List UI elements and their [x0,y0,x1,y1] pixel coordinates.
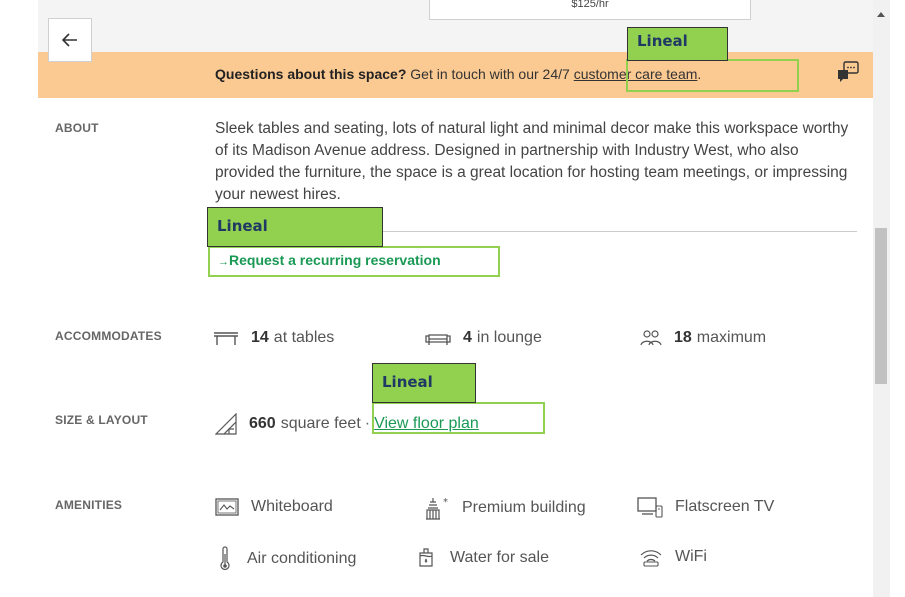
about-label: ABOUT [55,121,99,135]
amenity-wifi: WiFi [639,547,707,567]
back-button[interactable] [48,18,92,62]
scroll-up-arrow-icon[interactable] [877,12,885,17]
maximum-count: 18 [674,329,692,346]
price-text: $125/hr [571,0,609,10]
chat-bubble-icon[interactable] [836,61,860,85]
arrow-left-icon [62,33,78,47]
banner-text: Get in touch with our 24/7 [410,66,570,82]
annotation-box-customer-care [626,59,799,92]
size-layout-label: SIZE & LAYOUT [55,413,148,427]
building-icon: * [424,496,450,520]
accommodates-maximum: 18 maximum [640,329,766,347]
wifi-icon [639,547,663,567]
annotation-box-floor-plan [372,402,545,434]
lounge-count: 4 [463,329,472,346]
water-icon [417,548,435,568]
tv-icon [637,496,663,518]
amenity-wifi-text: WiFi [675,548,707,565]
amenity-air-conditioning-text: Air conditioning [247,550,357,567]
annotation-label-3: Lineal [372,363,476,403]
tables-count: 14 [251,329,269,346]
amenity-tv: Flatscreen TV [637,496,774,518]
amenity-whiteboard-text: Whiteboard [251,498,333,515]
price-box: $125/hr [429,0,751,20]
banner-bold-text: Questions about this space? [215,66,407,82]
accommodates-lounge: 4 in lounge [425,329,542,347]
about-description: Sleek tables and seating, lots of natura… [215,120,849,203]
tables-text: at tables [273,329,335,346]
thermometer-icon [219,546,231,572]
annotation-label-1: Lineal [627,27,728,61]
ruler-triangle-icon [215,413,237,435]
scrollbar-thumb[interactable] [875,228,887,384]
amenity-building: * Premium building [424,496,586,520]
amenity-tv-text: Flatscreen TV [675,498,775,515]
amenity-air-conditioning: Air conditioning [219,546,356,572]
amenities-label: AMENITIES [55,498,123,512]
lounge-text: in lounge [476,329,542,346]
maximum-text: maximum [696,329,767,346]
amenity-water: Water for sale [416,548,549,568]
amenity-water-text: Water for sale [450,549,549,566]
accommodates-tables: 14 at tables [213,329,334,347]
annotation-label-2: Lineal [207,207,383,247]
sofa-icon [425,330,451,346]
table-icon [213,330,239,346]
area-count: 660 [249,415,276,432]
accommodates-label: ACCOMMODATES [55,329,162,343]
people-icon [640,330,662,346]
svg-text:*: * [443,497,448,508]
amenity-building-text: Premium building [462,499,586,516]
size-separator: · [364,415,371,432]
whiteboard-icon [215,498,239,516]
annotation-box-recurring [208,246,500,277]
area-text: square feet [280,415,361,432]
amenity-whiteboard: Whiteboard [215,498,333,516]
